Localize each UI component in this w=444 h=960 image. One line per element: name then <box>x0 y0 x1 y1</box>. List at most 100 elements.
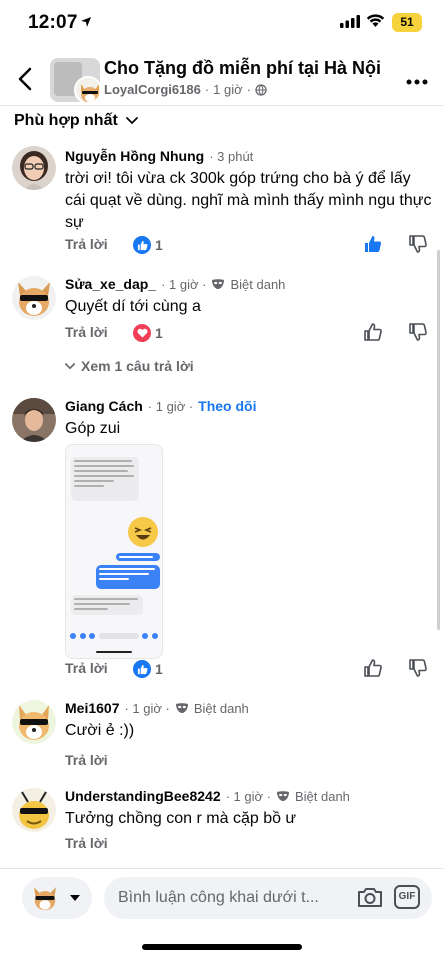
camera-button[interactable] <box>357 886 383 913</box>
downvote-button[interactable] <box>408 234 428 259</box>
author-name[interactable]: LoyalCorgi6186 <box>104 82 201 97</box>
view-replies-link[interactable]: Xem 1 câu trả lời <box>65 358 194 374</box>
comment-time: · 1 giờ · <box>225 788 271 804</box>
comment-composer: GIF <box>0 868 444 928</box>
battery-indicator: 51 <box>392 13 422 32</box>
comment-header: Giang Cách · 1 giờ · Theo dõi <box>65 398 257 414</box>
identity-switcher[interactable] <box>22 877 92 919</box>
nickname-label: Biệt danh <box>294 788 350 804</box>
comment-time: · 1 giờ · <box>124 700 170 716</box>
commenter-avatar[interactable] <box>12 700 56 744</box>
status-time: 12:07 <box>28 12 78 33</box>
comment-actions: Trả lời <box>65 835 435 855</box>
post-time: 1 giờ <box>213 82 243 97</box>
back-icon <box>18 67 32 91</box>
comment-time: · 3 phút <box>209 148 254 164</box>
reply-button[interactable]: Trả lời <box>65 236 108 252</box>
upvote-button[interactable] <box>363 322 383 347</box>
comment-text: Tưởng chồng con r mà cặp bồ ư <box>65 810 297 827</box>
comment-time: · 1 giờ · <box>161 276 207 292</box>
dislike-icon <box>409 323 427 341</box>
love-icon <box>133 324 151 342</box>
like-icon <box>365 236 382 252</box>
byline-separator-2: · <box>246 82 252 97</box>
sort-dropdown[interactable]: Phù hợp nhất <box>14 110 138 132</box>
comment-header: Mei1607 · 1 giờ · Biệt danh <box>65 700 249 716</box>
reaction-summary[interactable]: 1 <box>133 324 163 342</box>
comment-header: Sửa_xe_dap_ · 1 giờ · Biệt danh <box>65 276 285 292</box>
current-user-avatar <box>34 887 56 911</box>
nickname-label: Biệt danh <box>230 276 286 292</box>
back-button[interactable] <box>10 62 40 96</box>
reply-button[interactable]: Trả lời <box>65 660 108 676</box>
upvote-button[interactable] <box>363 658 383 683</box>
like-icon <box>364 323 382 341</box>
reaction-summary[interactable]: 1 <box>133 660 163 678</box>
commenter-name[interactable]: Nguyễn Hồng Nhung <box>65 148 204 164</box>
reply-button[interactable]: Trả lời <box>65 835 108 851</box>
location-arrow-icon <box>80 15 92 33</box>
downvote-button[interactable] <box>408 322 428 347</box>
status-bar: 12:07 51 <box>0 0 444 48</box>
follow-button[interactable]: Theo dõi <box>198 398 256 414</box>
reaction-count: 1 <box>155 325 163 341</box>
comment-header: UnderstandingBee8242 · 1 giờ · Biệt danh <box>65 788 350 804</box>
commenter-avatar[interactable] <box>12 398 56 442</box>
comment-time: · 1 giờ · <box>147 398 194 414</box>
group-title[interactable]: Cho Tặng đồ miễn phí tại Hà Nội <box>104 58 381 79</box>
comment-actions: Trả lời 1 <box>65 322 435 347</box>
comment-actions: Trả lời <box>65 752 435 772</box>
comment-text: Góp zui <box>65 420 121 437</box>
commenter-name[interactable]: Giang Cách <box>65 398 143 414</box>
upvote-button[interactable] <box>363 234 383 259</box>
more-options-button[interactable] <box>406 72 428 90</box>
dislike-icon <box>409 659 427 677</box>
post-byline: LoyalCorgi6186 · 1 giờ · <box>104 82 267 97</box>
comment-text: Cười ẻ :)) <box>65 722 135 739</box>
emoji-sticker <box>128 517 158 547</box>
comment-actions: Trả lời 1 <box>65 658 435 683</box>
commenter-avatar[interactable] <box>12 788 56 832</box>
signal-icon <box>340 15 360 33</box>
commenter-avatar[interactable] <box>12 276 56 320</box>
comment-actions: Trả lời 1 <box>65 234 435 259</box>
scrollbar[interactable] <box>437 250 440 630</box>
mask-icon <box>212 279 225 289</box>
author-avatar <box>74 76 100 102</box>
caret-down-icon <box>70 895 80 901</box>
mask-icon <box>175 703 188 713</box>
byline-separator: · <box>204 82 210 97</box>
wifi-icon <box>366 14 385 33</box>
comment-text: trời ơi! tôi vừa ck 300k góp trứng cho b… <box>65 170 432 231</box>
post-header: Cho Tặng đồ miễn phí tại Hà Nội LoyalCor… <box>0 50 444 106</box>
commenter-name[interactable]: Mei1607 <box>65 700 119 716</box>
chevron-down-icon <box>65 362 75 369</box>
view-replies-label: Xem 1 câu trả lời <box>81 358 194 374</box>
gif-button[interactable]: GIF <box>394 885 420 909</box>
comment-header: Nguyễn Hồng Nhung · 3 phút <box>65 148 253 164</box>
comment-text: Quyết dí tới cùng a <box>65 298 201 315</box>
downvote-button[interactable] <box>408 658 428 683</box>
reaction-summary[interactable]: 1 <box>133 236 163 254</box>
like-reaction-icon <box>133 236 151 254</box>
reply-button[interactable]: Trả lời <box>65 752 108 768</box>
nickname-label: Biệt danh <box>193 700 249 716</box>
globe-icon <box>255 83 267 96</box>
sort-label: Phù hợp nhất <box>14 112 118 129</box>
reaction-count: 1 <box>155 661 163 677</box>
commenter-name[interactable]: UnderstandingBee8242 <box>65 788 221 804</box>
dislike-icon <box>409 235 427 253</box>
comment-image-attachment[interactable] <box>65 444 163 659</box>
home-indicator[interactable] <box>142 944 302 950</box>
commenter-avatar[interactable] <box>12 146 56 190</box>
commenter-name[interactable]: Sửa_xe_dap_ <box>65 276 156 292</box>
like-icon <box>364 659 382 677</box>
like-reaction-icon <box>133 660 151 678</box>
camera-icon <box>358 888 382 907</box>
reaction-count: 1 <box>155 237 163 253</box>
mask-icon <box>276 791 289 801</box>
chevron-down-icon <box>125 117 138 125</box>
more-icon <box>406 79 428 85</box>
reply-button[interactable]: Trả lời <box>65 324 108 340</box>
group-avatar[interactable] <box>50 58 100 102</box>
